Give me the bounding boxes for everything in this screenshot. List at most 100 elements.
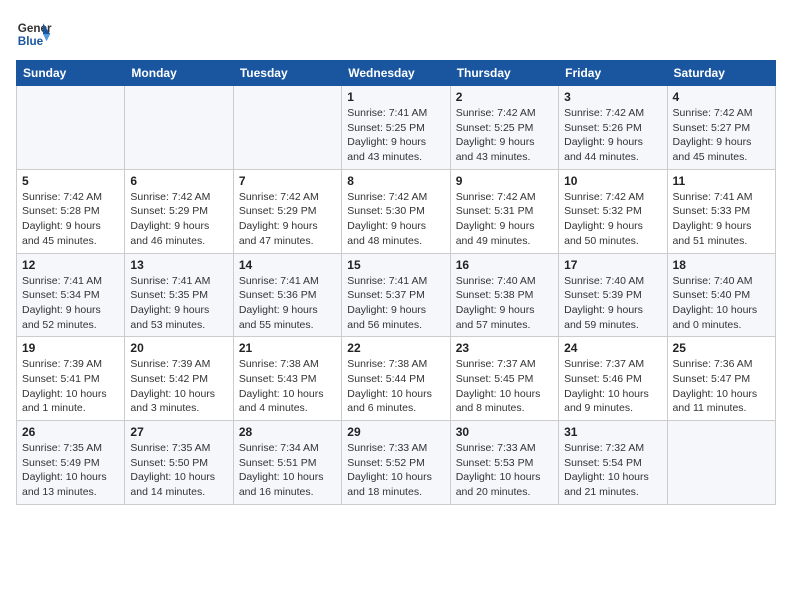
day-number: 7 (239, 174, 336, 188)
day-number: 10 (564, 174, 661, 188)
day-info: Sunrise: 7:41 AM Sunset: 5:37 PM Dayligh… (347, 274, 444, 333)
logo: General Blue (16, 16, 52, 52)
day-info: Sunrise: 7:37 AM Sunset: 5:46 PM Dayligh… (564, 357, 661, 416)
column-header-saturday: Saturday (667, 61, 775, 86)
day-info: Sunrise: 7:42 AM Sunset: 5:25 PM Dayligh… (456, 106, 553, 165)
calendar-header-row: SundayMondayTuesdayWednesdayThursdayFrid… (17, 61, 776, 86)
day-cell (667, 421, 775, 505)
day-number: 27 (130, 425, 227, 439)
day-number: 28 (239, 425, 336, 439)
day-number: 11 (673, 174, 770, 188)
day-number: 19 (22, 341, 119, 355)
day-cell: 16Sunrise: 7:40 AM Sunset: 5:38 PM Dayli… (450, 253, 558, 337)
day-cell: 25 Sunrise: 7:36 AM Sunset: 5:47 PM Dayli… (667, 337, 775, 421)
column-header-thursday: Thursday (450, 61, 558, 86)
day-info: Sunrise: 7:37 AM Sunset: 5:45 PM Dayligh… (456, 357, 553, 416)
day-number: 30 (456, 425, 553, 439)
day-cell: 19Sunrise: 7:39 AM Sunset: 5:41 PM Dayli… (17, 337, 125, 421)
day-info: Sunrise: 7:41 AM Sunset: 5:33 PM Dayligh… (673, 190, 770, 249)
day-cell: 3 Sunrise: 7:42 AM Sunset: 5:26 PM Daylig… (559, 86, 667, 170)
day-number: 29 (347, 425, 444, 439)
week-row-2: 5Sunrise: 7:42 AM Sunset: 5:28 PM Daylig… (17, 169, 776, 253)
day-info: Sunrise: 7:41 AM Sunset: 5:36 PM Dayligh… (239, 274, 336, 333)
day-number: 15 (347, 258, 444, 272)
day-info: Sunrise: 7:38 AM Sunset: 5:43 PM Dayligh… (239, 357, 336, 416)
week-row-5: 26Sunrise: 7:35 AM Sunset: 5:49 PM Dayli… (17, 421, 776, 505)
column-header-monday: Monday (125, 61, 233, 86)
column-header-sunday: Sunday (17, 61, 125, 86)
day-number: 17 (564, 258, 661, 272)
page-header: General Blue (16, 16, 776, 52)
week-row-1: 1 Sunrise: 7:41 AM Sunset: 5:25 PM Daylig… (17, 86, 776, 170)
day-cell: 23 Sunrise: 7:37 AM Sunset: 5:45 PM Dayli… (450, 337, 558, 421)
day-info: Sunrise: 7:41 AM Sunset: 5:35 PM Dayligh… (130, 274, 227, 333)
day-info: Sunrise: 7:34 AM Sunset: 5:51 PM Dayligh… (239, 441, 336, 500)
day-cell: 26Sunrise: 7:35 AM Sunset: 5:49 PM Dayli… (17, 421, 125, 505)
day-info: Sunrise: 7:42 AM Sunset: 5:32 PM Dayligh… (564, 190, 661, 249)
day-cell: 9Sunrise: 7:42 AM Sunset: 5:31 PM Daylig… (450, 169, 558, 253)
day-cell: 5Sunrise: 7:42 AM Sunset: 5:28 PM Daylig… (17, 169, 125, 253)
day-number: 12 (22, 258, 119, 272)
calendar-table: SundayMondayTuesdayWednesdayThursdayFrid… (16, 60, 776, 505)
day-info: Sunrise: 7:39 AM Sunset: 5:42 PM Dayligh… (130, 357, 227, 416)
day-info: Sunrise: 7:32 AM Sunset: 5:54 PM Dayligh… (564, 441, 661, 500)
day-number: 18 (673, 258, 770, 272)
day-info: Sunrise: 7:42 AM Sunset: 5:29 PM Dayligh… (239, 190, 336, 249)
day-cell: 30 Sunrise: 7:33 AM Sunset: 5:53 PM Dayli… (450, 421, 558, 505)
day-cell: 4 Sunrise: 7:42 AM Sunset: 5:27 PM Daylig… (667, 86, 775, 170)
day-cell: 29Sunrise: 7:33 AM Sunset: 5:52 PM Dayli… (342, 421, 450, 505)
day-cell: 2Sunrise: 7:42 AM Sunset: 5:25 PM Daylig… (450, 86, 558, 170)
day-cell: 21 Sunrise: 7:38 AM Sunset: 5:43 PM Dayli… (233, 337, 341, 421)
column-header-friday: Friday (559, 61, 667, 86)
day-number: 1 (347, 90, 444, 104)
day-cell: 20Sunrise: 7:39 AM Sunset: 5:42 PM Dayli… (125, 337, 233, 421)
day-cell: 17 Sunrise: 7:40 AM Sunset: 5:39 PM Dayli… (559, 253, 667, 337)
day-cell: 31 Sunrise: 7:32 AM Sunset: 5:54 PM Dayli… (559, 421, 667, 505)
day-cell: 7 Sunrise: 7:42 AM Sunset: 5:29 PM Daylig… (233, 169, 341, 253)
day-info: Sunrise: 7:42 AM Sunset: 5:27 PM Dayligh… (673, 106, 770, 165)
day-cell: 27 Sunrise: 7:35 AM Sunset: 5:50 PM Dayli… (125, 421, 233, 505)
day-info: Sunrise: 7:40 AM Sunset: 5:39 PM Dayligh… (564, 274, 661, 333)
day-cell: 14 Sunrise: 7:41 AM Sunset: 5:36 PM Dayli… (233, 253, 341, 337)
day-info: Sunrise: 7:42 AM Sunset: 5:26 PM Dayligh… (564, 106, 661, 165)
day-number: 5 (22, 174, 119, 188)
day-cell: 12Sunrise: 7:41 AM Sunset: 5:34 PM Dayli… (17, 253, 125, 337)
day-cell: 6 Sunrise: 7:42 AM Sunset: 5:29 PM Daylig… (125, 169, 233, 253)
day-number: 3 (564, 90, 661, 104)
day-number: 31 (564, 425, 661, 439)
day-cell: 10 Sunrise: 7:42 AM Sunset: 5:32 PM Dayli… (559, 169, 667, 253)
day-cell: 8 Sunrise: 7:42 AM Sunset: 5:30 PM Daylig… (342, 169, 450, 253)
day-number: 4 (673, 90, 770, 104)
day-number: 16 (456, 258, 553, 272)
day-info: Sunrise: 7:41 AM Sunset: 5:25 PM Dayligh… (347, 106, 444, 165)
day-number: 14 (239, 258, 336, 272)
day-cell (125, 86, 233, 170)
week-row-4: 19Sunrise: 7:39 AM Sunset: 5:41 PM Dayli… (17, 337, 776, 421)
column-header-wednesday: Wednesday (342, 61, 450, 86)
day-number: 26 (22, 425, 119, 439)
day-cell: 1 Sunrise: 7:41 AM Sunset: 5:25 PM Daylig… (342, 86, 450, 170)
logo-icon: General Blue (16, 16, 52, 52)
day-info: Sunrise: 7:42 AM Sunset: 5:30 PM Dayligh… (347, 190, 444, 249)
day-cell: 22 Sunrise: 7:38 AM Sunset: 5:44 PM Dayli… (342, 337, 450, 421)
day-info: Sunrise: 7:36 AM Sunset: 5:47 PM Dayligh… (673, 357, 770, 416)
day-number: 13 (130, 258, 227, 272)
day-cell: 15 Sunrise: 7:41 AM Sunset: 5:37 PM Dayli… (342, 253, 450, 337)
day-cell (17, 86, 125, 170)
day-number: 22 (347, 341, 444, 355)
column-header-tuesday: Tuesday (233, 61, 341, 86)
day-number: 6 (130, 174, 227, 188)
day-info: Sunrise: 7:38 AM Sunset: 5:44 PM Dayligh… (347, 357, 444, 416)
day-cell: 13 Sunrise: 7:41 AM Sunset: 5:35 PM Dayli… (125, 253, 233, 337)
day-cell (233, 86, 341, 170)
day-info: Sunrise: 7:33 AM Sunset: 5:53 PM Dayligh… (456, 441, 553, 500)
day-number: 25 (673, 341, 770, 355)
day-number: 9 (456, 174, 553, 188)
day-number: 23 (456, 341, 553, 355)
day-cell: 18Sunrise: 7:40 AM Sunset: 5:40 PM Dayli… (667, 253, 775, 337)
day-info: Sunrise: 7:42 AM Sunset: 5:29 PM Dayligh… (130, 190, 227, 249)
day-info: Sunrise: 7:35 AM Sunset: 5:50 PM Dayligh… (130, 441, 227, 500)
svg-text:Blue: Blue (18, 35, 44, 48)
day-number: 8 (347, 174, 444, 188)
day-number: 21 (239, 341, 336, 355)
